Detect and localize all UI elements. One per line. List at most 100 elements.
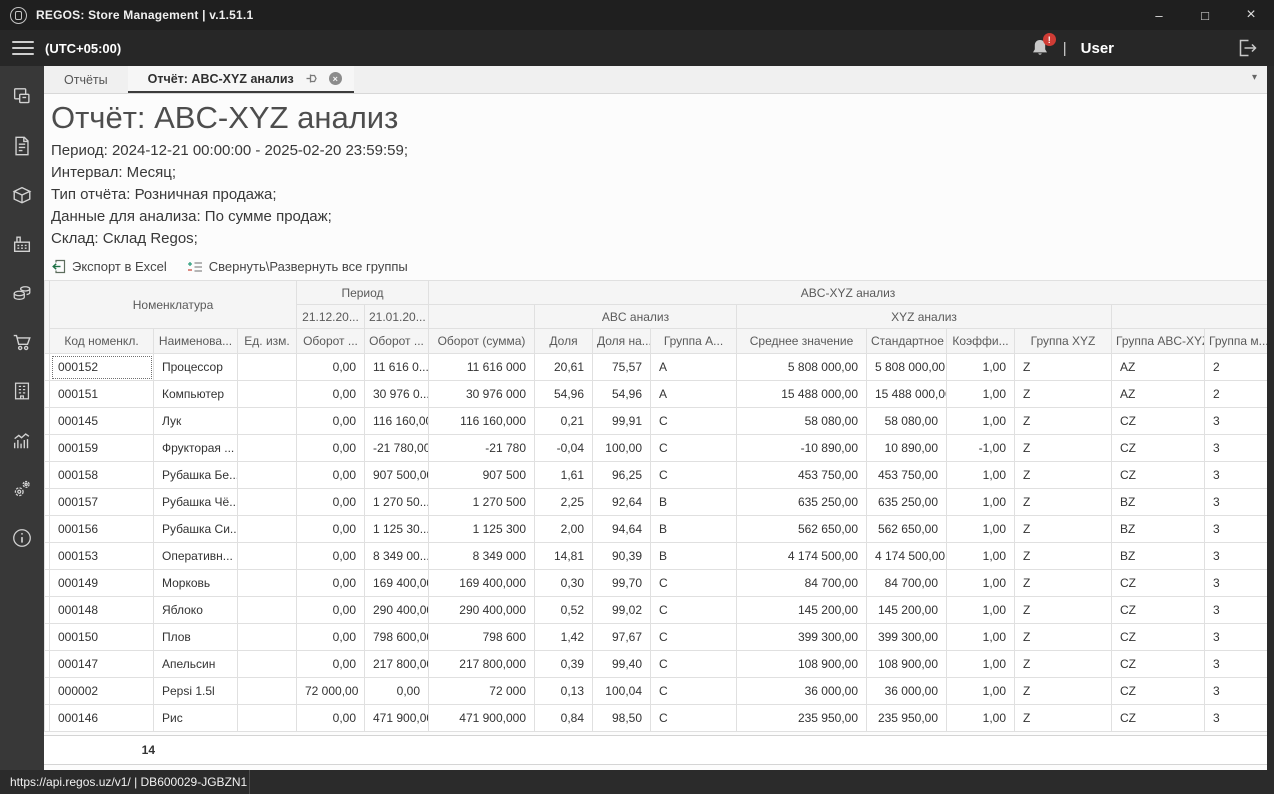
table-cell[interactable]: 000145 — [49, 407, 154, 435]
table-cell[interactable]: 635 250,00 — [866, 488, 947, 516]
table-cell[interactable]: 11 616 000 — [428, 353, 535, 381]
table-cell[interactable]: Z — [1014, 380, 1112, 408]
table-cell[interactable]: 0,00 — [364, 677, 429, 705]
table-cell[interactable]: 0,39 — [534, 650, 593, 678]
table-cell[interactable]: 3 — [1203, 704, 1267, 732]
table-cell[interactable]: Pepsi 1.5l — [153, 677, 238, 705]
table-cell[interactable]: C — [650, 677, 737, 705]
table-cell[interactable]: 1,00 — [946, 650, 1015, 678]
table-cell[interactable]: Z — [1014, 569, 1112, 597]
table-cell[interactable]: 1,00 — [946, 569, 1015, 597]
table-cell[interactable]: C — [650, 596, 737, 624]
table-cell[interactable]: Z — [1014, 623, 1112, 651]
table-cell[interactable]: 399 300,00 — [736, 623, 867, 651]
table-cell[interactable]: -21 780,00 — [364, 434, 429, 462]
table-cell[interactable]: C — [650, 461, 737, 489]
table-cell[interactable]: 562 650,00 — [866, 515, 947, 543]
table-cell[interactable]: 94,64 — [592, 515, 651, 543]
table-cell[interactable]: 54,96 — [592, 380, 651, 408]
table-cell[interactable]: 1,00 — [946, 677, 1015, 705]
col-header-name[interactable]: Наименова... — [153, 328, 238, 354]
table-cell[interactable]: 2,00 — [534, 515, 593, 543]
maximize-button[interactable]: □ — [1182, 0, 1228, 30]
table-cell[interactable]: Апельсин — [153, 650, 238, 678]
sidebar-item-pos-terminal[interactable] — [10, 86, 34, 108]
table-cell[interactable]: 72 000,00 — [296, 677, 365, 705]
table-cell[interactable]: 217 800,000 — [428, 650, 535, 678]
table-cell[interactable]: 1,00 — [946, 407, 1015, 435]
band-nomenclature[interactable]: Номенклатура — [49, 280, 297, 329]
table-cell[interactable]: 99,02 — [592, 596, 651, 624]
tab-reports[interactable]: Отчёты — [44, 66, 128, 93]
table-cell[interactable]: AZ — [1111, 380, 1205, 408]
table-cell[interactable]: -0,04 — [534, 434, 593, 462]
table-cell[interactable]: 0,13 — [534, 677, 593, 705]
table-cell[interactable]: 1,61 — [534, 461, 593, 489]
table-cell[interactable]: 1,00 — [946, 461, 1015, 489]
table-cell[interactable]: 000149 — [49, 569, 154, 597]
table-cell[interactable]: 0,52 — [534, 596, 593, 624]
table-cell[interactable]: AZ — [1111, 353, 1205, 381]
table-cell[interactable]: 000002 — [49, 677, 154, 705]
table-cell[interactable]: Лук — [153, 407, 238, 435]
table-cell[interactable] — [237, 407, 297, 435]
minimize-button[interactable]: – — [1136, 0, 1182, 30]
table-cell[interactable]: 0,00 — [296, 650, 365, 678]
table-cell[interactable]: BZ — [1111, 515, 1205, 543]
col-header-share-cum[interactable]: Доля на... — [592, 328, 651, 354]
table-cell[interactable] — [237, 434, 297, 462]
table-cell[interactable]: 169 400,00 — [364, 569, 429, 597]
tab-close-icon[interactable]: × — [328, 72, 342, 85]
table-cell[interactable]: 290 400,00 — [364, 596, 429, 624]
table-cell[interactable]: 000148 — [49, 596, 154, 624]
table-cell[interactable]: 96,25 — [592, 461, 651, 489]
table-cell[interactable]: 0,00 — [296, 353, 365, 381]
table-cell[interactable]: 30 976 000 — [428, 380, 535, 408]
table-cell[interactable]: 635 250,00 — [736, 488, 867, 516]
table-cell[interactable]: Фрукторая ... — [153, 434, 238, 462]
table-cell[interactable]: 3 — [1203, 677, 1267, 705]
band-period-col-2[interactable]: 21.01.20... — [364, 304, 429, 329]
table-cell[interactable]: 1,42 — [534, 623, 593, 651]
table-cell[interactable] — [237, 677, 297, 705]
table-cell[interactable] — [237, 380, 297, 408]
table-cell[interactable]: C — [650, 407, 737, 435]
table-cell[interactable]: 453 750,00 — [866, 461, 947, 489]
table-cell[interactable]: CZ — [1111, 569, 1205, 597]
table-cell[interactable]: 99,70 — [592, 569, 651, 597]
table-cell[interactable]: 000150 — [49, 623, 154, 651]
table-cell[interactable]: 1,00 — [946, 380, 1015, 408]
table-cell[interactable]: Оперативн... — [153, 542, 238, 570]
col-header-unit[interactable]: Ед. изм. — [237, 328, 297, 354]
table-cell[interactable]: 54,96 — [534, 380, 593, 408]
col-header-turnover-1[interactable]: Оборот ... — [296, 328, 365, 354]
table-cell[interactable]: C — [650, 650, 737, 678]
table-cell[interactable]: 2 — [1203, 353, 1267, 381]
table-cell[interactable]: 1 270 500 — [428, 488, 535, 516]
table-cell[interactable]: 116 160,00 — [364, 407, 429, 435]
table-cell[interactable] — [237, 542, 297, 570]
table-cell[interactable]: CZ — [1111, 407, 1205, 435]
col-header-stddev[interactable]: Стандартное ... — [866, 328, 947, 354]
table-cell[interactable]: C — [650, 434, 737, 462]
tab-abc-xyz-report[interactable]: Отчёт: ABC-XYZ анализ × — [127, 66, 354, 93]
table-cell[interactable]: Z — [1014, 596, 1112, 624]
table-cell[interactable]: Компьютер — [153, 380, 238, 408]
table-cell[interactable]: Z — [1014, 515, 1112, 543]
col-header-turnover-2[interactable]: Оборот ... — [364, 328, 429, 354]
table-cell[interactable]: 36 000,00 — [736, 677, 867, 705]
table-cell[interactable]: 000153 — [49, 542, 154, 570]
menu-hamburger-icon[interactable] — [12, 41, 34, 55]
band-period-col-1[interactable]: 21.12.20... — [296, 304, 365, 329]
table-cell[interactable]: 235 950,00 — [736, 704, 867, 732]
table-cell[interactable]: A — [650, 380, 737, 408]
table-cell[interactable]: 99,40 — [592, 650, 651, 678]
table-cell[interactable]: B — [650, 488, 737, 516]
table-cell[interactable]: Рис — [153, 704, 238, 732]
table-cell[interactable]: 72 000 — [428, 677, 535, 705]
table-cell[interactable]: 471 900,000 — [428, 704, 535, 732]
table-cell[interactable] — [237, 488, 297, 516]
table-cell[interactable]: 907 500 — [428, 461, 535, 489]
table-cell[interactable]: 169 400,000 — [428, 569, 535, 597]
table-cell[interactable]: 20,61 — [534, 353, 593, 381]
